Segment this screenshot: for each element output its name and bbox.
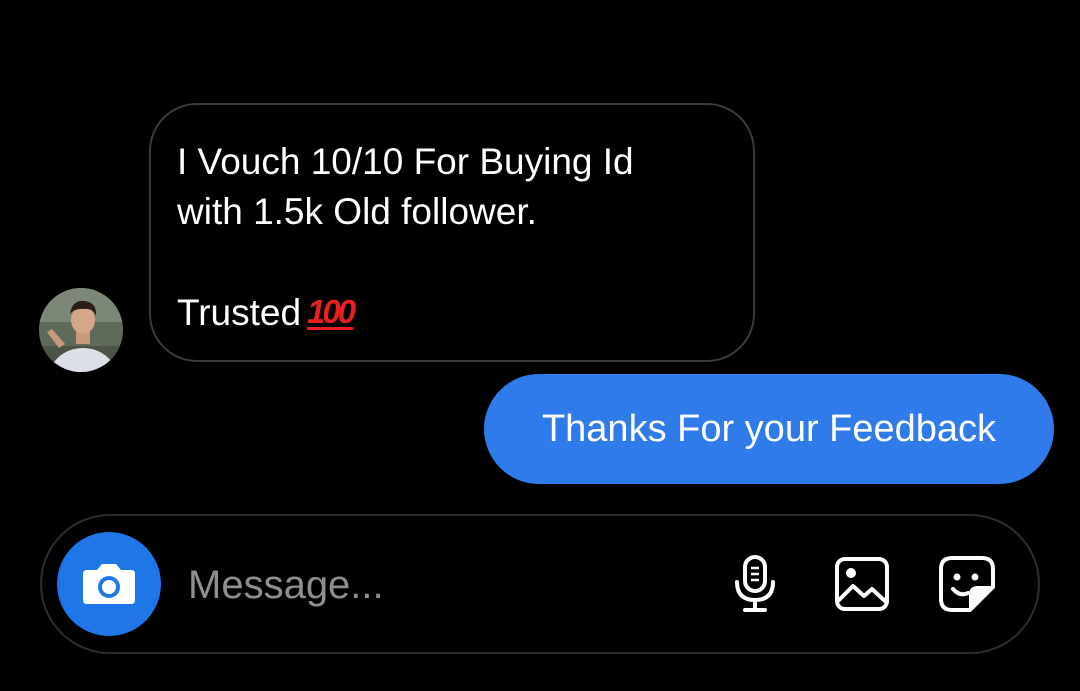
message-input[interactable] [188, 558, 688, 612]
sticker-button[interactable] [935, 552, 999, 616]
incoming-message-text: Trusted [177, 292, 302, 333]
incoming-message-line: with 1.5k Old follower. [177, 191, 537, 232]
camera-icon [83, 564, 135, 604]
outgoing-message-bubble[interactable]: Thanks For your Feedback [484, 374, 1054, 484]
incoming-message-line: I Vouch 10/10 For Buying Id [177, 141, 634, 182]
incoming-message-bubble[interactable]: I Vouch 10/10 For Buying Id with 1.5k Ol… [149, 103, 755, 362]
sticker-icon [939, 556, 995, 612]
hundred-points-icon: 100 [307, 293, 356, 330]
camera-button[interactable] [57, 532, 161, 636]
incoming-message-blank-line [177, 237, 727, 287]
outgoing-message-text: Thanks For your Feedback [541, 407, 997, 450]
gallery-icon [835, 557, 889, 611]
message-thread: I Vouch 10/10 For Buying Id with 1.5k Ol… [0, 0, 1080, 500]
microphone-icon [735, 555, 775, 612]
avatar-image [39, 288, 123, 372]
microphone-button[interactable] [723, 552, 787, 616]
incoming-message-line: Trusted 100 [177, 287, 727, 338]
message-composer [40, 514, 1040, 654]
sender-avatar[interactable] [39, 288, 123, 372]
gallery-button[interactable] [830, 552, 894, 616]
